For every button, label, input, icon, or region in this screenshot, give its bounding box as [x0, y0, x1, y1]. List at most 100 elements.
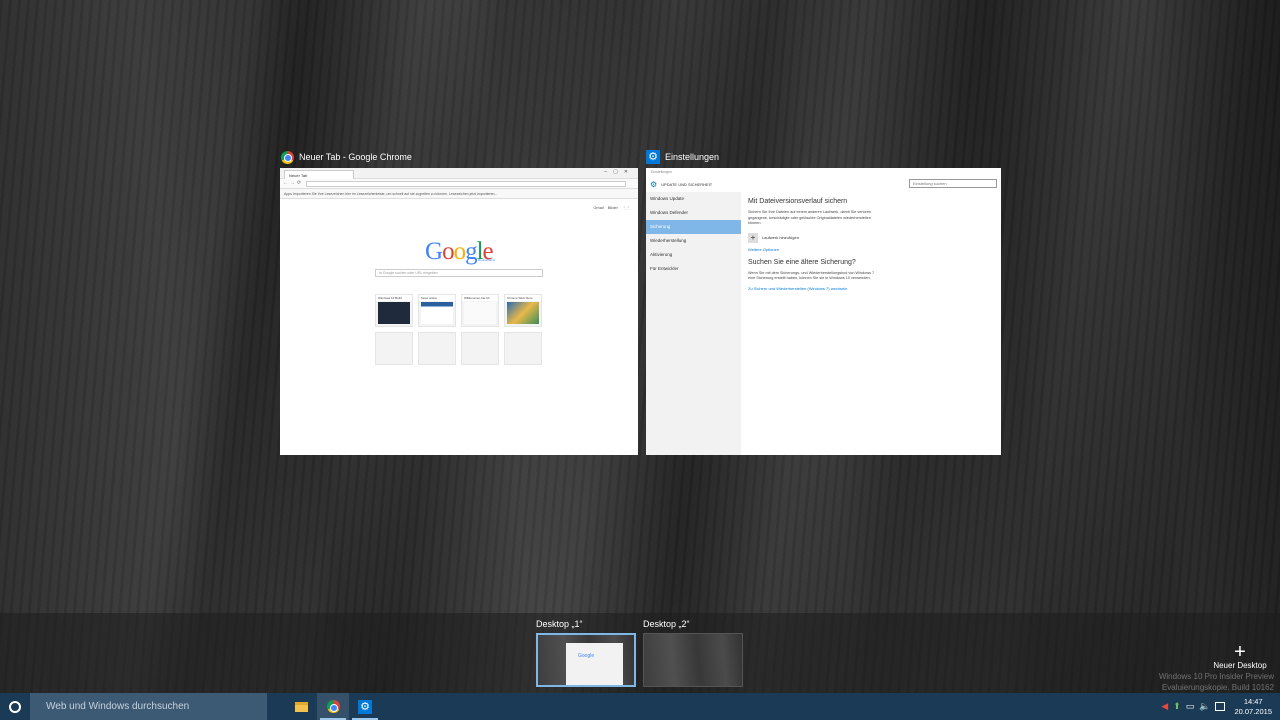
chrome-window-title: Neuer Tab - Google Chrome: [280, 149, 412, 165]
tile-label: Willkommen bei Ch: [462, 295, 498, 301]
clock-time: 14:47: [1243, 696, 1263, 706]
tile: Windows 10 Build: [375, 294, 413, 327]
watermark-line-2: Evaluierungskopie. Build 10162: [1161, 683, 1274, 692]
chrome-icon: [280, 150, 294, 164]
settings-header: ⚙ UPDATE UND SICHERHEIT Einstellung such…: [646, 177, 1001, 191]
chrome-window-thumbnail[interactable]: Neuer Tab –▢✕ ←→⟳ Apps Importieren Sie I…: [280, 168, 638, 455]
chrome-taskbar-button[interactable]: [317, 693, 349, 720]
notification-flag-icon[interactable]: ◀: [1161, 701, 1168, 712]
tile-label: Windows 10 Build: [376, 295, 412, 301]
cortana-icon: [9, 700, 21, 713]
tile: heise online: [418, 294, 456, 327]
chrome-tabbar: Neuer Tab –▢✕: [280, 168, 638, 179]
desktop-2-thumbnail[interactable]: [643, 633, 743, 687]
settings-nav-windows-defender: Windows Defender: [650, 210, 689, 215]
tray-app-icon[interactable]: ⬆: [1173, 701, 1181, 712]
action-center-icon[interactable]: [1215, 702, 1226, 711]
chrome-bookmark-bar: Apps Importieren Sie Ihre Lesezeichen hi…: [280, 189, 638, 199]
desktop-1-window-thumb: [566, 643, 623, 685]
section-text-file-history: Sichern Sie Ihre Dateien auf einem ander…: [748, 210, 872, 225]
settings-header-title: ⚙ UPDATE UND SICHERHEIT: [650, 180, 712, 189]
taskbar-search-box[interactable]: Web und Windows durchsuchen: [30, 693, 267, 720]
plus-icon: +: [748, 232, 758, 243]
watermark-line-1: Windows 10 Pro Insider Preview: [1158, 672, 1274, 681]
add-drive-button: + Laufwerk hinzufügen: [748, 232, 995, 243]
add-drive-label: Laufwerk hinzufügen: [762, 235, 799, 240]
network-icon[interactable]: ▭: [1186, 701, 1195, 712]
settings-window-title: ⚙ Einstellungen: [646, 149, 719, 165]
tile: Chrome Web Store: [504, 294, 542, 327]
tile-label: heise online: [419, 295, 455, 301]
images-link: Bilder: [607, 205, 618, 210]
google-top-links: Gmail Bilder ⋮⋮: [593, 205, 630, 210]
settings-sidebar: Windows Update Windows Defender Sicherun…: [646, 192, 741, 455]
logo-letter: G: [425, 238, 443, 265]
more-options-link: Weitere Optionen: [748, 246, 780, 252]
chrome-nav-icons: ←→⟳: [283, 180, 304, 186]
settings-app-icon: ⚙: [646, 150, 660, 164]
google-search-box: In Google suchen oder URL eingeben: [375, 269, 543, 277]
tile-empty: [504, 332, 542, 365]
settings-window-preview[interactable]: ⚙ Einstellungen Einstellungen ⚙ UPDATE U…: [646, 149, 1001, 455]
tile-label: Chrome Web Store: [505, 295, 541, 301]
tile-empty: [418, 332, 456, 365]
desktop-1-label: Desktop „1“: [536, 619, 583, 629]
gmail-link: Gmail: [593, 205, 604, 210]
tile-thumbnail: [378, 302, 410, 324]
logo-letter: g: [465, 238, 477, 265]
tile-empty: [375, 332, 413, 365]
section-title-older-backup: Suchen Sie eine ältere Sicherung?: [748, 258, 856, 266]
tile-thumbnail: [421, 302, 453, 324]
volume-icon[interactable]: 🔈: [1199, 701, 1210, 712]
settings-title-text: Einstellungen: [665, 152, 720, 162]
chrome-icon: [326, 700, 340, 713]
chrome-tab: Neuer Tab: [284, 170, 354, 179]
desktop-1-thumbnail[interactable]: Google: [536, 633, 636, 687]
google-logo-subtitle: Deutschland: [478, 258, 495, 262]
tile: Willkommen bei Ch: [461, 294, 499, 327]
cortana-button[interactable]: [0, 693, 30, 720]
settings-taskbar-button[interactable]: ⚙: [349, 693, 381, 720]
chrome-window-controls: –▢✕: [604, 169, 634, 175]
settings-nav-wiederherstellung: Wiederherstellung: [650, 238, 687, 243]
most-visited-tiles: Windows 10 Build heise online Willkommen…: [375, 294, 542, 365]
tile-thumbnail: [464, 302, 496, 324]
file-explorer-button[interactable]: [285, 693, 317, 720]
settings-nav-aktivierung: Aktivierung: [650, 252, 673, 257]
new-desktop-label: Neuer Desktop: [1213, 661, 1267, 670]
chrome-omnibox: [306, 181, 626, 187]
clock[interactable]: 14:47 20.07.2015: [1234, 697, 1272, 717]
settings-content: Mit Dateiversionsverlauf sichern Sichern…: [748, 198, 995, 298]
virtual-desktops-strip: Desktop „1“ Google Desktop „2“ + Neuer D…: [0, 613, 1280, 693]
logo-letter: o: [453, 238, 466, 265]
desktop-2-label: Desktop „2“: [643, 619, 690, 629]
tile-thumbnail: [507, 302, 539, 324]
settings-window-thumbnail[interactable]: Einstellungen ⚙ UPDATE UND SICHERHEIT Ei…: [646, 168, 1001, 455]
settings-search-box: Einstellung suchen: [909, 179, 997, 188]
chrome-window-preview[interactable]: Neuer Tab - Google Chrome Neuer Tab –▢✕ …: [280, 149, 638, 455]
system-tray: ◀ ⬆ ▭ 🔈 14:47 20.07.2015: [1161, 693, 1280, 720]
tile-empty: [461, 332, 499, 365]
clock-date: 20.07.2015: [1234, 706, 1272, 716]
taskbar: Web und Windows durchsuchen ⚙ ◀ ⬆ ▭ 🔈 14…: [0, 693, 1280, 720]
logo-letter: o: [442, 238, 454, 265]
settings-header-label: UPDATE UND SICHERHEIT: [661, 182, 713, 187]
chrome-title-text: Neuer Tab - Google Chrome: [299, 152, 412, 162]
settings-nav-sicherung: Sicherung: [646, 220, 741, 234]
new-desktop-button[interactable]: + Neuer Desktop: [1205, 641, 1275, 670]
desktop-2[interactable]: Desktop „2“: [643, 619, 743, 687]
settings-nav-entwickler: Für Entwickler: [650, 266, 679, 271]
section-title-file-history: Mit Dateiversionsverlauf sichern: [748, 198, 848, 205]
settings-nav-windows-update: Windows Update: [650, 196, 685, 201]
settings-top-bar: Einstellungen: [646, 168, 1001, 177]
desktop-1[interactable]: Desktop „1“ Google: [536, 619, 636, 687]
apps-grid-icon: ⋮⋮: [622, 205, 630, 210]
plus-icon: +: [1234, 641, 1246, 663]
desktop-1-google-thumb: Google: [578, 653, 595, 659]
folder-icon: [294, 701, 308, 712]
task-view-overlay: [0, 0, 1280, 720]
gear-icon: ⚙: [358, 699, 372, 714]
chrome-omnibox-bar: ←→⟳: [280, 179, 638, 189]
section-text-older-backup: Wenn Sie mit dem Sicherungs- und Wiederh…: [748, 270, 875, 281]
gear-icon: ⚙: [650, 180, 658, 189]
